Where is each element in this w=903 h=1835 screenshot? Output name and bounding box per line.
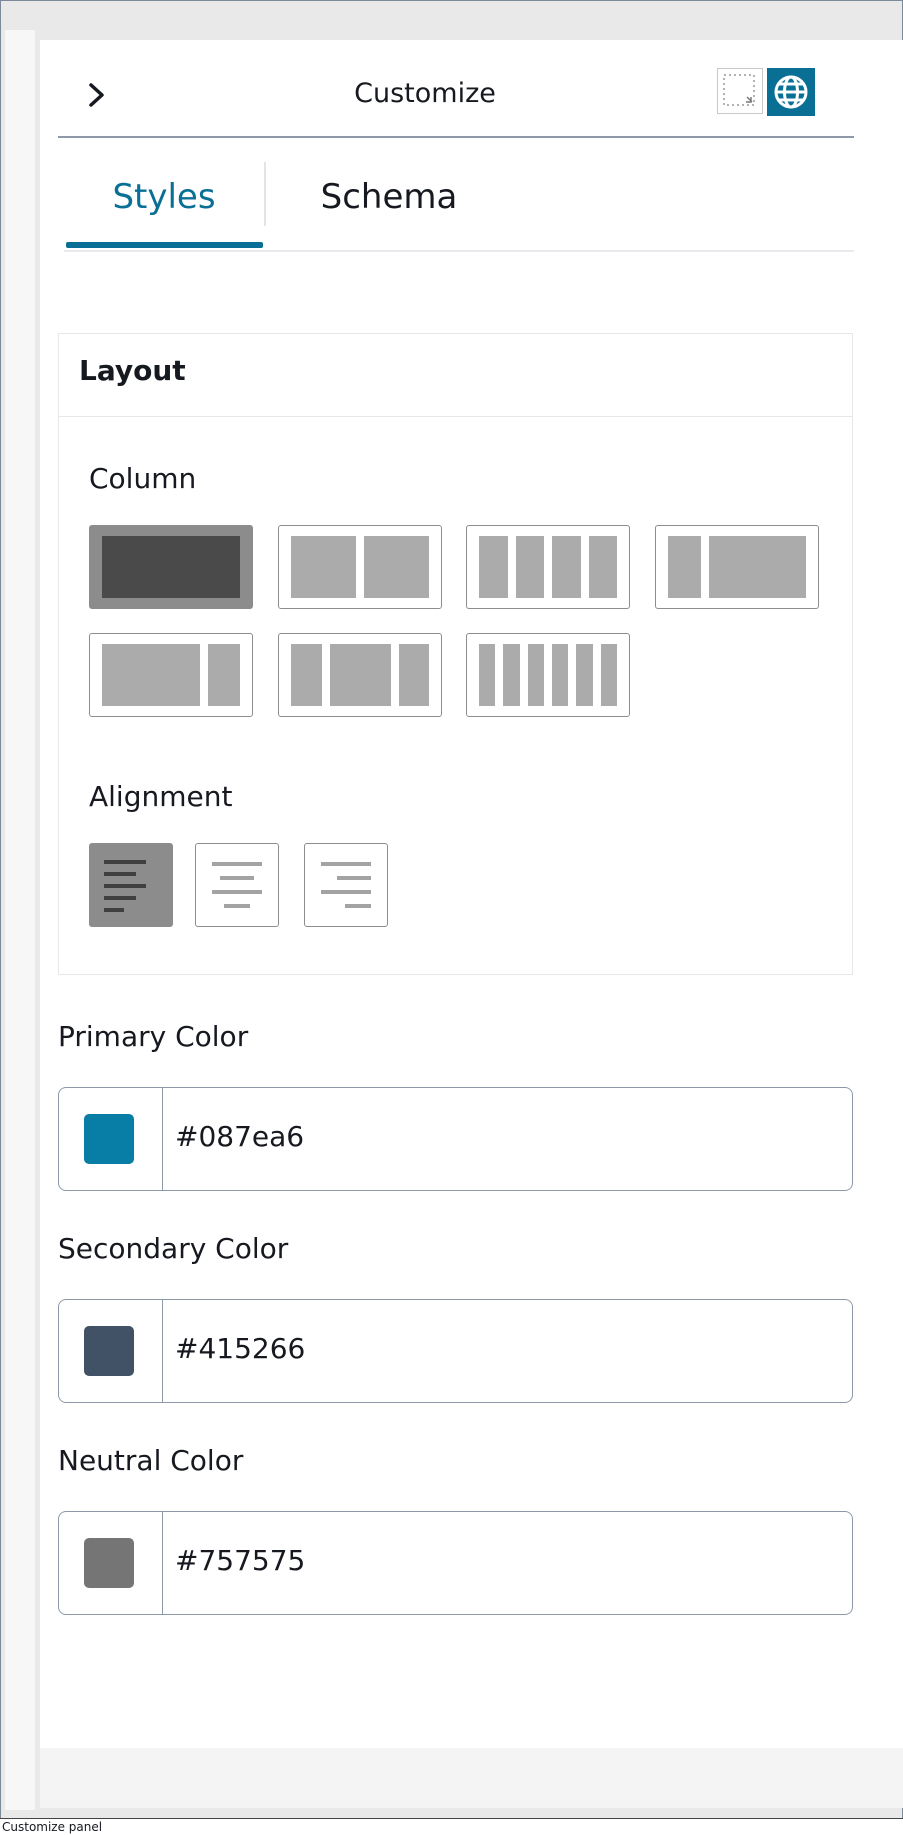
left-strip [5,30,35,1810]
primary-color-field[interactable]: #087ea6 [58,1087,853,1191]
active-tab-indicator [66,242,263,248]
secondary-color-swatch-button[interactable] [59,1300,163,1402]
primary-color-swatch [84,1114,134,1164]
secondary-color-swatch [84,1326,134,1376]
primary-color-value[interactable]: #087ea6 [175,1120,304,1153]
alignment-label: Alignment [89,780,233,813]
neutral-color-swatch [84,1538,134,1588]
column-label: Column [89,462,197,495]
image-caption: Customize panel [0,1818,903,1835]
tab-bar: Styles Schema [64,155,854,250]
primary-color-label: Primary Color [58,1020,249,1053]
column-option-six-equal[interactable] [466,633,630,717]
globe-icon[interactable] [767,68,815,116]
tab-divider [264,162,266,226]
chevron-right-icon[interactable] [86,82,108,108]
align-center-icon [212,862,262,908]
align-right-option[interactable] [304,843,388,927]
neutral-color-field[interactable]: #757575 [58,1511,853,1615]
secondary-color-field[interactable]: #415266 [58,1299,853,1403]
align-center-option[interactable] [195,843,279,927]
secondary-color-label: Secondary Color [58,1232,289,1265]
secondary-color-value[interactable]: #415266 [175,1332,305,1365]
column-option-two-equal[interactable] [278,525,442,609]
column-option-narrow-wide-narrow[interactable] [278,633,442,717]
layout-header: Layout [59,334,852,417]
align-left-icon [104,860,146,912]
tabs-divider-line [64,250,854,252]
neutral-color-label: Neutral Color [58,1444,244,1477]
primary-color-swatch-button[interactable] [59,1088,163,1190]
neutral-color-value[interactable]: #757575 [175,1544,305,1577]
layout-title: Layout [79,354,186,387]
tab-styles[interactable]: Styles [64,155,264,243]
column-option-four-equal[interactable] [466,525,630,609]
panel-title: Customize [354,78,496,109]
align-left-option[interactable] [89,843,173,927]
column-option-single[interactable] [89,525,253,609]
neutral-color-swatch-button[interactable] [59,1512,163,1614]
align-right-icon [321,862,371,908]
column-option-wide-narrow[interactable] [89,633,253,717]
panel-footer [40,1748,903,1808]
column-option-narrow-wide[interactable] [655,525,819,609]
dotted-frame-icon[interactable] [717,68,763,114]
tab-schema[interactable]: Schema [289,155,489,243]
